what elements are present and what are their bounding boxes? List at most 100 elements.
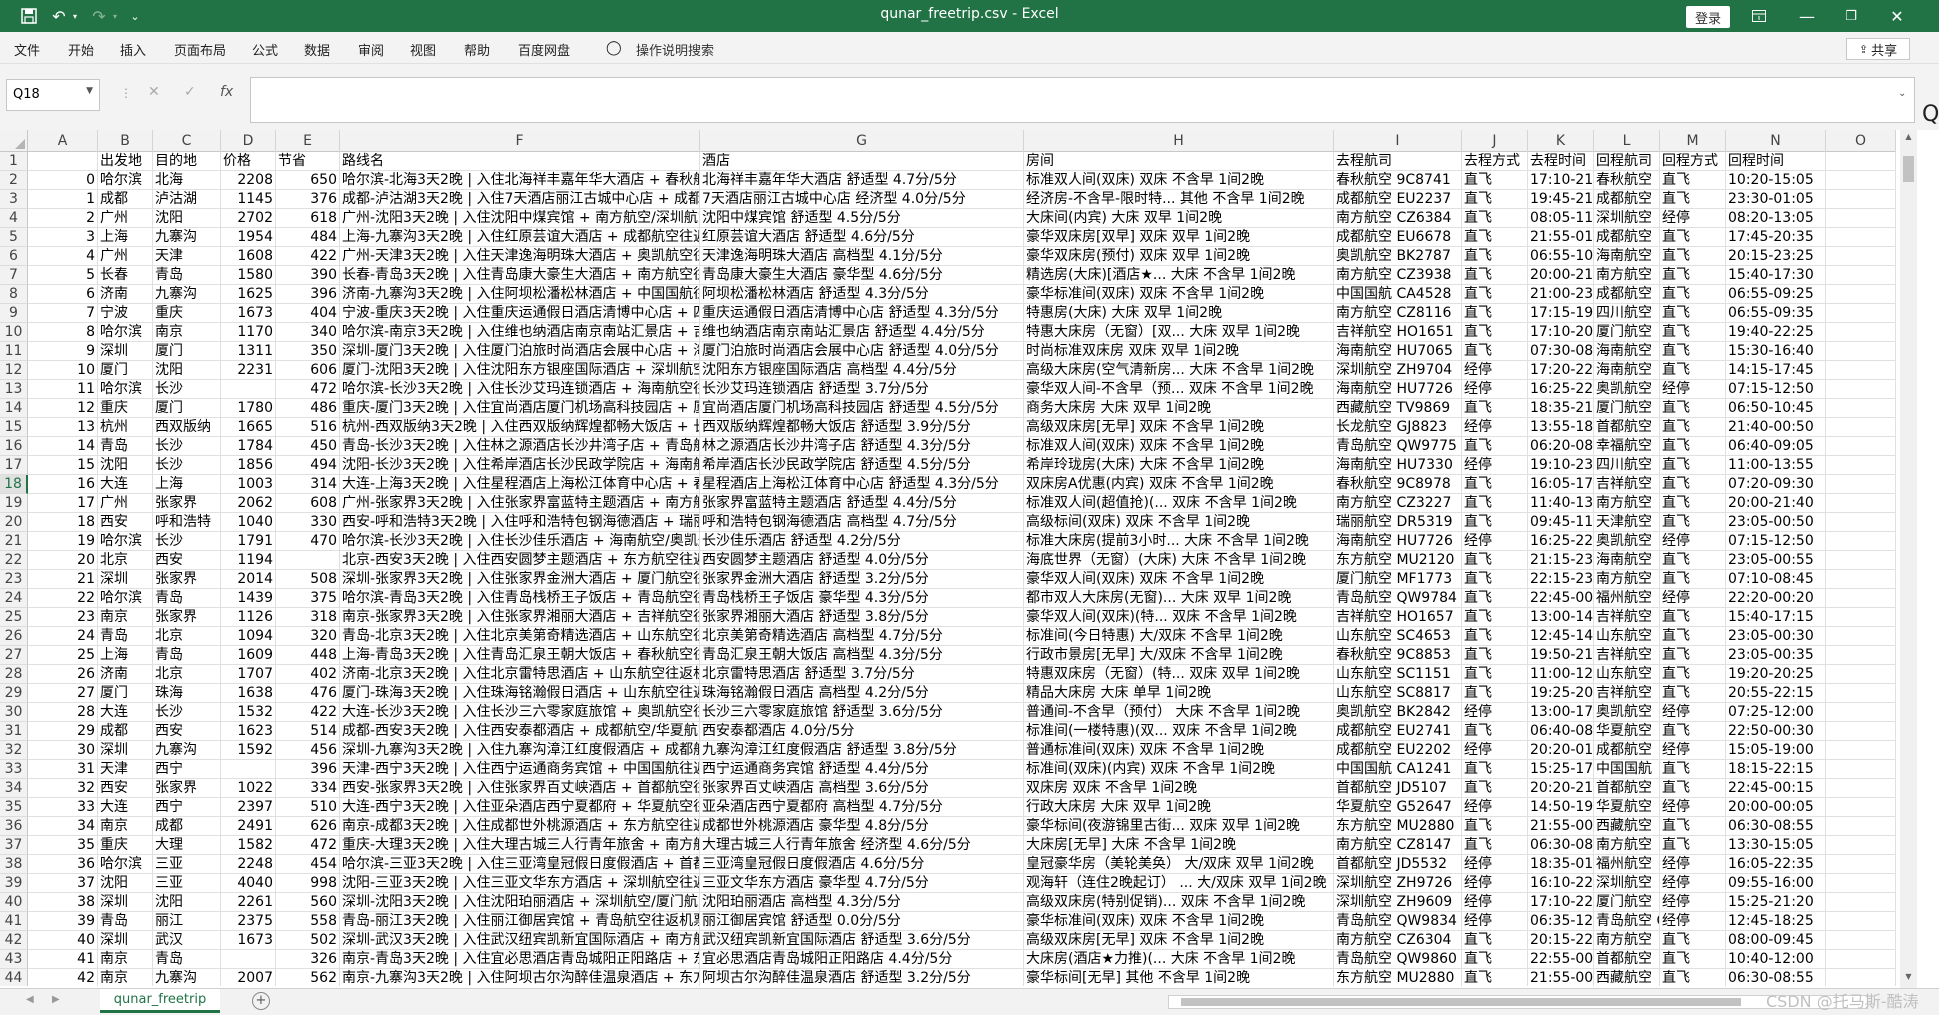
cell-c35[interactable]: 西宁	[153, 798, 221, 817]
cell-l43[interactable]: 首都航空	[1594, 950, 1660, 969]
cell-d42[interactable]: 1673	[221, 931, 276, 950]
cell-i5[interactable]: 成都航空 EU6678	[1334, 228, 1462, 247]
cell-m21[interactable]: 经停	[1660, 532, 1726, 551]
cell-i26[interactable]: 山东航空 SC4653	[1334, 627, 1462, 646]
cell-b17[interactable]: 沈阳	[98, 456, 153, 475]
cell-j29[interactable]: 直飞	[1462, 684, 1528, 703]
cell-l2[interactable]: 春秋航空	[1594, 171, 1660, 190]
cell-f13[interactable]: 哈尔滨-长沙3天2晚 | 入住长沙艾玛连锁酒店 + 海南航空往返机票	[340, 380, 700, 399]
cell-l21[interactable]: 奥凯航空	[1594, 532, 1660, 551]
column-header-k[interactable]: K	[1528, 130, 1594, 152]
cell-n35[interactable]: 20:00-00:05	[1726, 798, 1826, 817]
cell-f18[interactable]: 大连-上海3天2晚 | 入住星程酒店上海松江体育中心店 + 春秋航空往返机票	[340, 475, 700, 494]
cell-a14[interactable]: 12	[28, 399, 98, 418]
share-button[interactable]: ⇪ 共享	[1846, 38, 1910, 60]
cell-e36[interactable]: 626	[276, 817, 340, 836]
cell-h2[interactable]: 标准双人间(双床) 双床 不含早 1间2晚	[1024, 171, 1334, 190]
cell-i6[interactable]: 奥凯航空 BK2787	[1334, 247, 1462, 266]
cell-e28[interactable]: 402	[276, 665, 340, 684]
cell-o17[interactable]	[1826, 456, 1896, 475]
cell-o7[interactable]	[1826, 266, 1896, 285]
cell-l19[interactable]: 南方航空	[1594, 494, 1660, 513]
row-header-5[interactable]: 5	[0, 228, 28, 247]
cell-h20[interactable]: 高级标间(双床) 双床 不含早 1间2晚	[1024, 513, 1334, 532]
cell-a13[interactable]: 11	[28, 380, 98, 399]
cell-h9[interactable]: 特惠房(大床) 大床 双早 1间2晚	[1024, 304, 1334, 323]
cell-l18[interactable]: 吉祥航空	[1594, 475, 1660, 494]
cell-n33[interactable]: 18:15-22:15	[1726, 760, 1826, 779]
cell-h6[interactable]: 豪华双床房(预付) 双床 双早 1间2晚	[1024, 247, 1334, 266]
cell-l35[interactable]: 华夏航空	[1594, 798, 1660, 817]
cell-d44[interactable]: 2007	[221, 969, 276, 986]
cell-f15[interactable]: 杭州-西双版纳3天2晚 | 入住西双版纳辉煌都畅大饭店 + 长龙航空往返机票	[340, 418, 700, 437]
cell-a3[interactable]: 1	[28, 190, 98, 209]
cell-i43[interactable]: 青岛航空 QW9860	[1334, 950, 1462, 969]
cell-n25[interactable]: 15:40-17:15	[1726, 608, 1826, 627]
cell-h16[interactable]: 标准双人间(双床) 双床 不含早 1间2晚	[1024, 437, 1334, 456]
cell-e32[interactable]: 456	[276, 741, 340, 760]
cell-o28[interactable]	[1826, 665, 1896, 684]
cell-k9[interactable]: 17:15-19:45	[1528, 304, 1594, 323]
cell-c41[interactable]: 丽江	[153, 912, 221, 931]
row-header-11[interactable]: 11	[0, 342, 28, 361]
cell-i35[interactable]: 华夏航空 G52647	[1334, 798, 1462, 817]
cell-i20[interactable]: 瑞丽航空 DR5319	[1334, 513, 1462, 532]
cell-f14[interactable]: 重庆-厦门3天2晚 | 入住宜尚酒店厦门机场高科技园店 + 厦门航空往返机票	[340, 399, 700, 418]
cell-d11[interactable]: 1311	[221, 342, 276, 361]
cell-n19[interactable]: 20:00-21:40	[1726, 494, 1826, 513]
cell-h28[interactable]: 特惠双床房（无窗）(特... 双床 双早 1间2晚	[1024, 665, 1334, 684]
cell-l31[interactable]: 华夏航空	[1594, 722, 1660, 741]
cell-d5[interactable]: 1954	[221, 228, 276, 247]
cell-n21[interactable]: 07:15-12:50	[1726, 532, 1826, 551]
row-header-3[interactable]: 3	[0, 190, 28, 209]
cell-f38[interactable]: 哈尔滨-三亚3天2晚 | 入住三亚湾皇冠假日度假酒店 + 首都航空往返机票	[340, 855, 700, 874]
cell-j21[interactable]: 经停	[1462, 532, 1528, 551]
cell-m32[interactable]: 经停	[1660, 741, 1726, 760]
row-header-43[interactable]: 43	[0, 950, 28, 969]
cell-d29[interactable]: 1638	[221, 684, 276, 703]
cell-f36[interactable]: 南京-成都3天2晚 | 入住成都世外桃源酒店 + 东方航空往返机票	[340, 817, 700, 836]
cell-g30[interactable]: 长沙三六零家庭旅馆 舒适型 3.6分/5分	[700, 703, 1024, 722]
cell-j16[interactable]: 直飞	[1462, 437, 1528, 456]
cell-i42[interactable]: 南方航空 CZ6304	[1334, 931, 1462, 950]
cell-l15[interactable]: 首都航空	[1594, 418, 1660, 437]
cell-d21[interactable]: 1791	[221, 532, 276, 551]
cell-f2[interactable]: 哈尔滨-北海3天2晚 | 入住北海祥丰嘉年华大酒店 + 春秋航空往返机票	[340, 171, 700, 190]
cell-k15[interactable]: 13:55-18:55	[1528, 418, 1594, 437]
cell-h29[interactable]: 精品大床房 大床 单早 1间2晚	[1024, 684, 1334, 703]
cell-c2[interactable]: 北海	[153, 171, 221, 190]
cell-m33[interactable]: 直飞	[1660, 760, 1726, 779]
menu-view[interactable]: 视图	[410, 40, 436, 59]
cell-f37[interactable]: 重庆-大理3天2晚 | 入住大理古城三人行青年旅舍 + 南方航空往返机票	[340, 836, 700, 855]
cell-a37[interactable]: 35	[28, 836, 98, 855]
cell-h24[interactable]: 都市双人大床房(无窗)... 大床 双早 1间2晚	[1024, 589, 1334, 608]
cell-b42[interactable]: 深圳	[98, 931, 153, 950]
cell-d38[interactable]: 2248	[221, 855, 276, 874]
cell-o39[interactable]	[1826, 874, 1896, 893]
cell-a42[interactable]: 40	[28, 931, 98, 950]
cell-f10[interactable]: 哈尔滨-南京3天2晚 | 入住维也纳酒店南京南站汇景店 + 吉祥航空往返机票	[340, 323, 700, 342]
cell-b24[interactable]: 哈尔滨	[98, 589, 153, 608]
cell-b40[interactable]: 深圳	[98, 893, 153, 912]
cell-g1[interactable]: 酒店	[700, 152, 1024, 171]
cell-n15[interactable]: 21:40-00:50	[1726, 418, 1826, 437]
cell-h42[interactable]: 高级双床房[无早] 双床 不含早 1间2晚	[1024, 931, 1334, 950]
row-header-17[interactable]: 17	[0, 456, 28, 475]
row-header-38[interactable]: 38	[0, 855, 28, 874]
cell-j19[interactable]: 直飞	[1462, 494, 1528, 513]
cell-o35[interactable]	[1826, 798, 1896, 817]
cell-e1[interactable]: 节省	[276, 152, 340, 171]
cell-a32[interactable]: 30	[28, 741, 98, 760]
cell-m38[interactable]: 经停	[1660, 855, 1726, 874]
cell-m36[interactable]: 直飞	[1660, 817, 1726, 836]
cell-i40[interactable]: 深圳航空 ZH9609	[1334, 893, 1462, 912]
cell-d10[interactable]: 1170	[221, 323, 276, 342]
cell-h35[interactable]: 行政大床房 大床 双早 1间2晚	[1024, 798, 1334, 817]
cell-a16[interactable]: 14	[28, 437, 98, 456]
name-box[interactable]: Q18 ▼	[6, 79, 100, 111]
cell-e37[interactable]: 472	[276, 836, 340, 855]
cell-m28[interactable]: 直飞	[1660, 665, 1726, 684]
cell-c6[interactable]: 天津	[153, 247, 221, 266]
cell-j24[interactable]: 直飞	[1462, 589, 1528, 608]
cell-e8[interactable]: 396	[276, 285, 340, 304]
